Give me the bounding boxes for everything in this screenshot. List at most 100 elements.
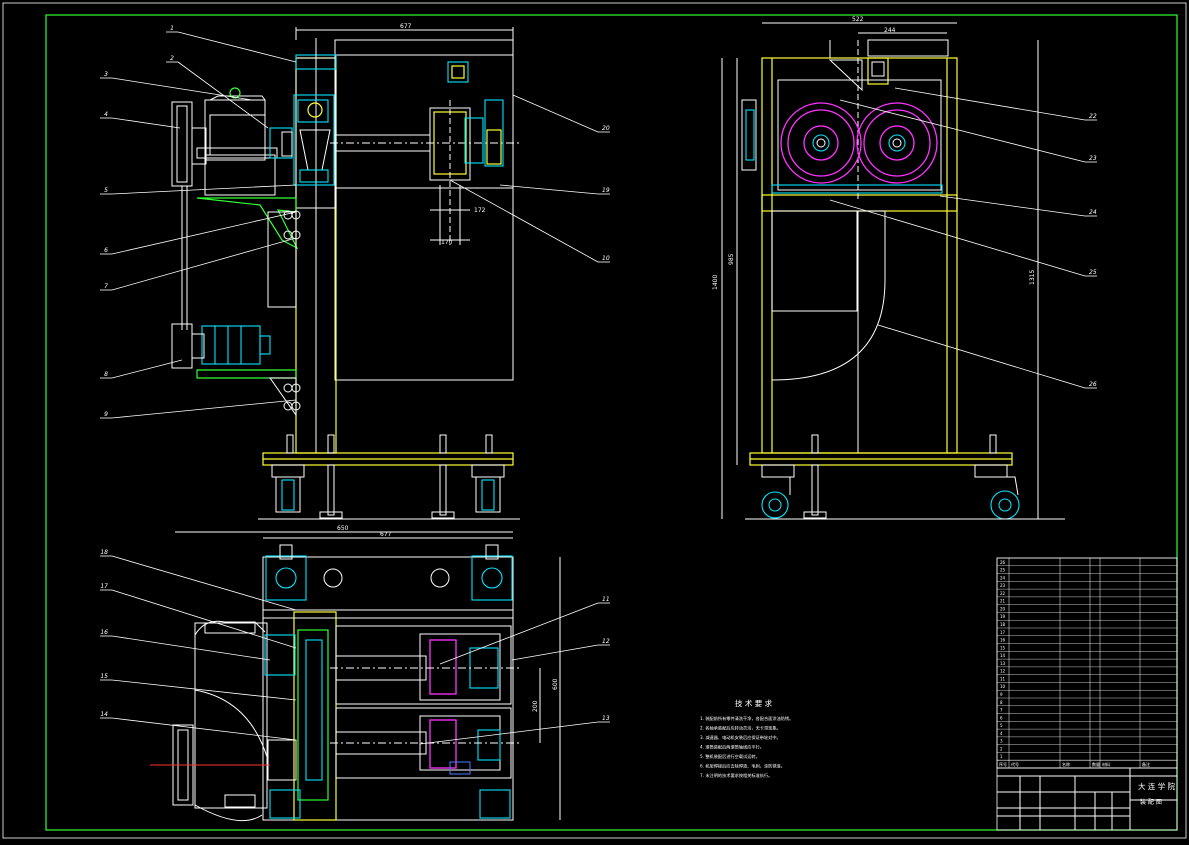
top-view-callouts: 18 17 16 15 14 13 12 11 <box>100 549 610 745</box>
side-leader-26 <box>877 324 1086 389</box>
front-callout-20: 20 <box>602 125 610 132</box>
side-caster-left <box>761 464 795 519</box>
bom-row-number: 18 <box>1000 622 1006 627</box>
dim-top-h1: 600 <box>552 678 559 690</box>
top-callout-14: 14 <box>100 711 108 718</box>
bom-header-cell: 备注 <box>1142 761 1150 767</box>
bom-row-number: 17 <box>1000 630 1006 635</box>
bom-row-number: 11 <box>1000 676 1006 681</box>
dim-front-width: 677 <box>400 23 412 30</box>
bom-row-number: 19 <box>1000 614 1006 619</box>
bill-of-materials: 2625242322212019181716151413121110987654… <box>996 557 1178 769</box>
side-view: 522 244 1400 985 1315 <box>712 16 1065 520</box>
dim-side-h2: 985 <box>728 253 735 265</box>
note-line: 6. 机架焊接后应去除焊渣、毛刺，涂防锈漆。 <box>700 763 785 770</box>
top-leader-18 <box>111 555 297 611</box>
note-line: 3. 减速器、电动机安装后应保证带轮对中。 <box>700 734 781 741</box>
top-callout-15: 15 <box>100 673 108 680</box>
dim-side-w1: 522 <box>852 16 864 23</box>
side-leader-24 <box>939 195 1086 217</box>
bom-row-number: 8 <box>1000 700 1003 705</box>
front-callout-9: 9 <box>104 411 108 418</box>
top-callout-16: 16 <box>100 629 108 636</box>
dim-top-h2: 200 <box>532 700 539 712</box>
bom-row-number: 7 <box>1000 708 1003 713</box>
note-line: 7. 未注明的技术要求按相关标准执行。 <box>700 772 772 779</box>
front-view: 170 172 677 <box>171 23 520 520</box>
bom-header-cell: 名称 <box>1062 761 1070 767</box>
bom-row-number: 3 <box>1000 739 1003 744</box>
bom-row-number: 1 <box>1000 754 1003 759</box>
front-callout-19: 19 <box>602 187 610 194</box>
dim-front-d1: 170 <box>441 239 453 246</box>
bom-row-number: 13 <box>1000 661 1006 666</box>
top-leader-17 <box>111 589 297 649</box>
title-block-title: 装 配 图 <box>1140 798 1162 806</box>
roller-left <box>780 102 862 184</box>
notes-list: 1. 装配前所有零件清洗干净，各配合面涂油防锈。 2. 各轴承装配后应转动灵活，无… <box>700 715 793 779</box>
front-leader-3 <box>111 77 253 101</box>
bom-row-number: 5 <box>1000 723 1003 728</box>
top-leader-12 <box>511 644 599 661</box>
bom-row-number: 14 <box>1000 653 1006 658</box>
bom-row-number: 16 <box>1000 638 1006 643</box>
bom-row-number: 26 <box>1000 560 1006 565</box>
bom-row-number: 23 <box>1000 583 1006 588</box>
front-caster-right <box>471 464 505 513</box>
bom-row-number: 2 <box>1000 746 1003 751</box>
front-view-callouts: 1 2 3 4 5 6 7 8 9 10 19 20 <box>100 25 610 419</box>
front-callout-6: 6 <box>104 247 108 254</box>
bom-header-cell: 序号 <box>999 761 1007 767</box>
front-callout-7: 7 <box>104 283 108 290</box>
bom-header-cell: 材料 <box>1102 761 1110 767</box>
dim-front-d2: 172 <box>474 207 486 214</box>
top-leader-14 <box>111 717 297 741</box>
top-callout-18: 18 <box>100 549 108 556</box>
front-leader-1 <box>177 31 297 63</box>
drawing-canvas: 170 172 677 123456789101920 522 244 1400… <box>2 2 1187 839</box>
top-callout-12: 12 <box>602 638 610 645</box>
bom-row-number: 22 <box>1000 591 1006 596</box>
bom-row-number: 9 <box>1000 692 1003 697</box>
bom-row-number: 21 <box>1000 599 1006 604</box>
title-block: 大 连 学 院 装 配 图 <box>996 767 1178 831</box>
dim-side-w2: 244 <box>884 27 896 34</box>
front-callout-8: 8 <box>104 371 108 378</box>
bom-row-number: 4 <box>1000 731 1003 736</box>
front-callout-1: 1 <box>170 25 174 32</box>
top-callout-11: 11 <box>602 596 610 603</box>
side-callout-26: 26 <box>1089 381 1097 388</box>
note-line: 2. 各轴承装配后应转动灵活，无卡滞现象。 <box>700 725 781 732</box>
front-leader-8 <box>111 359 183 379</box>
top-leader-15 <box>111 679 297 701</box>
front-callout-2: 2 <box>170 55 174 62</box>
front-leader-9 <box>111 399 297 419</box>
side-callout-24: 24 <box>1089 209 1097 216</box>
bom-table: 2625242322212019181716151413121110987654… <box>996 557 1178 768</box>
technical-notes: 技 术 要 求 1. 装配前所有零件清洗干净，各配合面涂油防锈。 2. 各轴承装配… <box>700 698 793 779</box>
front-callout-3: 3 <box>104 71 108 78</box>
front-leader-5 <box>111 184 297 195</box>
side-caster-right <box>974 464 1020 520</box>
title-block-school: 大 连 学 院 <box>1138 781 1176 791</box>
note-line: 1. 装配前所有零件清洗干净，各配合面涂油防锈。 <box>700 715 793 722</box>
side-callout-23: 23 <box>1089 155 1097 162</box>
notes-heading: 技 术 要 求 <box>735 698 773 708</box>
bom-row-number: 6 <box>1000 715 1003 720</box>
dim-top-w1: 650 <box>337 525 349 532</box>
bom-row-number: 24 <box>1000 575 1006 580</box>
bom-row-number: 25 <box>1000 568 1006 573</box>
front-callout-4: 4 <box>104 111 108 118</box>
front-callout-10: 10 <box>602 255 610 262</box>
dim-side-h3: 1315 <box>1029 270 1036 285</box>
top-callout-17: 17 <box>100 583 108 590</box>
front-leader-20 <box>512 94 599 133</box>
note-line: 5. 整机装配后进行空载试运转。 <box>700 753 760 760</box>
bom-row-number: 15 <box>1000 645 1006 650</box>
side-leader-23 <box>839 99 1086 163</box>
top-leader-13 <box>419 721 599 745</box>
front-callout-5: 5 <box>104 187 108 194</box>
top-view: 650 677 600 200 <box>150 525 561 822</box>
bom-row-number: 12 <box>1000 669 1006 674</box>
front-leader-4 <box>111 117 181 129</box>
